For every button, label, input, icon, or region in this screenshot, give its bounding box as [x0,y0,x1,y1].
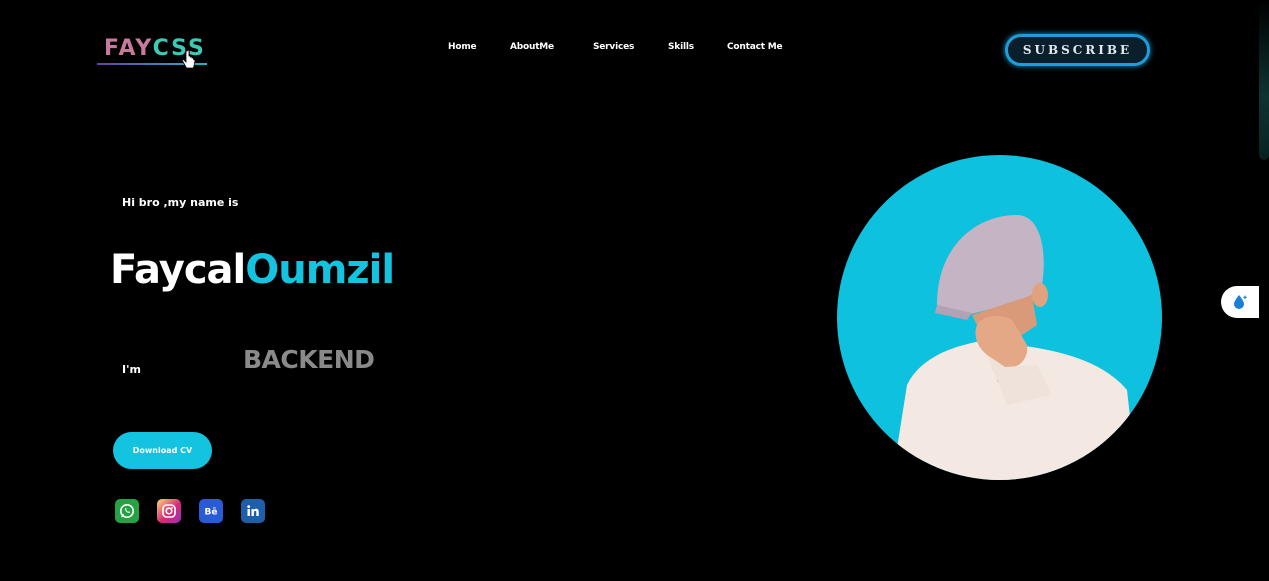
nav-contact-me[interactable]: Contact Me [727,42,783,52]
svg-text:Bē: Bē [205,508,218,518]
nav-home[interactable]: Home [448,42,477,52]
nav-services[interactable]: Services [593,42,634,52]
logo-text-part2: CSS [152,36,206,61]
hero-im-label: I'm [122,363,141,376]
nav-about-me[interactable]: AboutMe [510,42,554,52]
profile-photo [837,155,1162,480]
hero-first-name: Faycal [110,247,246,293]
download-cv-button[interactable]: Download CV [113,432,212,469]
subscribe-button[interactable]: SUBSCRIBE [1005,34,1150,66]
water-drop-icon [1234,295,1248,309]
hero-name: FaycalOumzil [110,247,395,293]
hero-greeting: Hi bro ,my name is [122,196,239,209]
hero-role-text: BACKEND [243,345,375,374]
linkedin-icon[interactable] [241,499,265,523]
hand-cursor-icon [182,50,196,69]
scrollbar-thumb[interactable] [1259,0,1269,160]
whatsapp-icon[interactable] [115,499,139,523]
instagram-icon[interactable] [157,499,181,523]
floating-widget[interactable] [1221,286,1259,318]
behance-icon[interactable]: Bē [199,499,223,523]
logo-text-part1: FAY [104,36,153,61]
hero-last-name: Oumzil [245,247,395,293]
portfolio-page: FAYCSS Home AboutMe Services Skills Cont… [0,0,1269,581]
nav-skills[interactable]: Skills [668,42,694,52]
